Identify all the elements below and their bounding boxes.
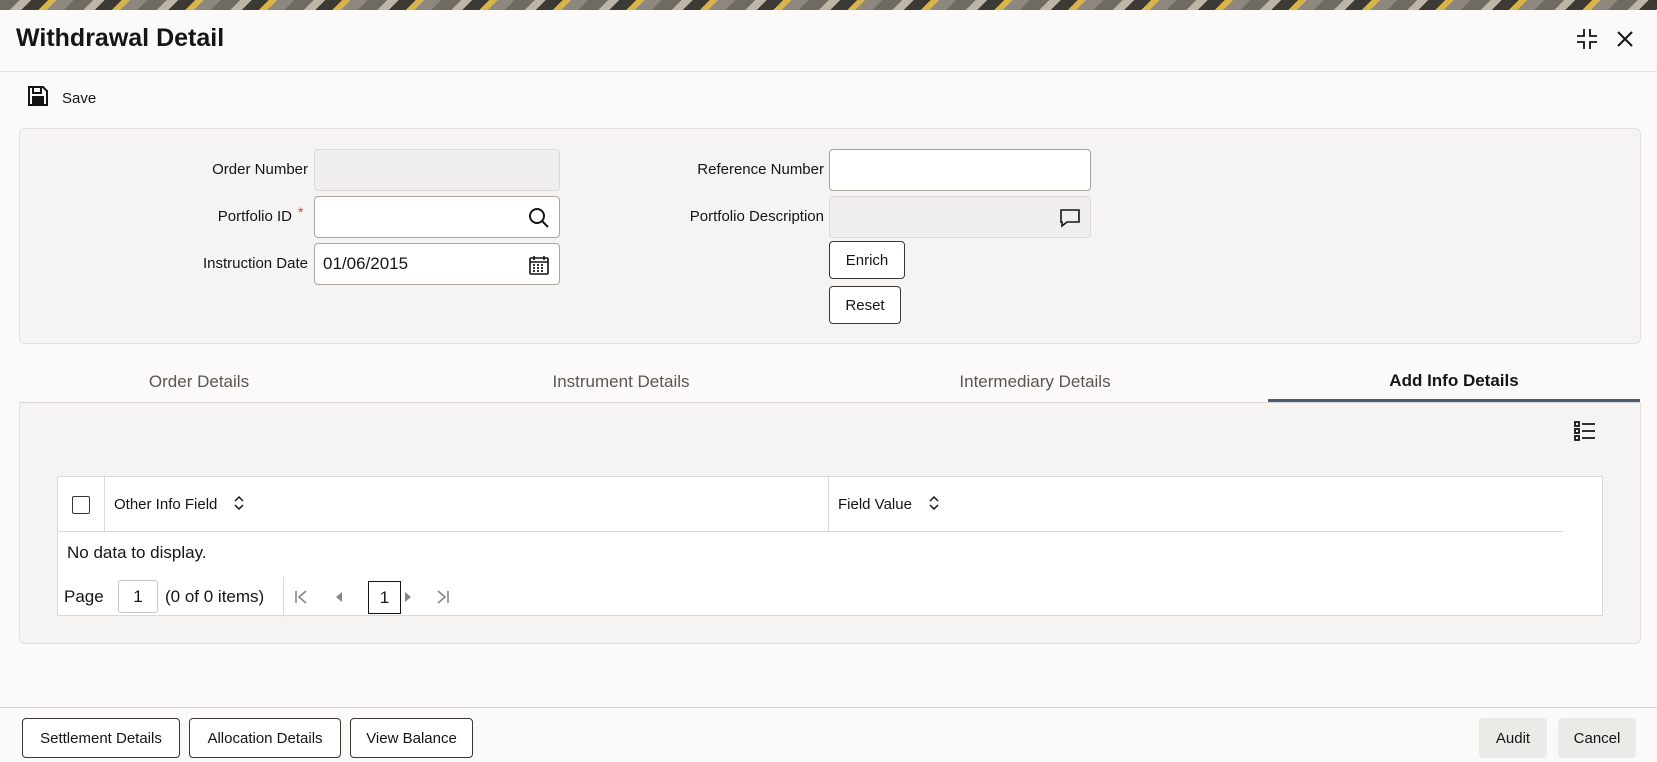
column-divider bbox=[104, 477, 105, 532]
reference-number-label: Reference Number bbox=[697, 161, 824, 178]
table-header: Other Info Field Field Value bbox=[58, 477, 1563, 532]
reset-button[interactable]: Reset bbox=[829, 286, 901, 324]
collapse-icon[interactable] bbox=[1574, 26, 1600, 52]
allocation-details-button[interactable]: Allocation Details bbox=[189, 718, 341, 758]
instruction-date-label: Instruction Date bbox=[202, 255, 308, 272]
column-header-field-value[interactable]: Field Value bbox=[838, 477, 940, 532]
reference-number-input[interactable] bbox=[829, 149, 1091, 191]
save-label: Save bbox=[62, 90, 97, 107]
page-label: Page bbox=[64, 587, 104, 606]
sort-icon[interactable] bbox=[233, 495, 245, 515]
tab-instrument-details[interactable]: Instrument Details bbox=[419, 362, 823, 402]
instruction-date-value: 01/06/2015 bbox=[323, 254, 409, 273]
save-button[interactable]: Save bbox=[26, 84, 96, 113]
other-info-field-header-label: Other Info Field bbox=[114, 496, 218, 513]
tab-order-details[interactable]: Order Details bbox=[19, 362, 379, 402]
column-divider bbox=[828, 477, 829, 532]
save-icon bbox=[26, 84, 50, 113]
first-page-icon[interactable] bbox=[290, 585, 312, 609]
title-bar: Withdrawal Detail bbox=[0, 10, 1657, 72]
pager-divider bbox=[283, 577, 284, 617]
view-balance-button[interactable]: View Balance bbox=[350, 718, 473, 758]
portfolio-description-field bbox=[829, 196, 1091, 238]
order-number-field bbox=[314, 149, 560, 191]
header-form-panel: Order Number Portfolio ID * Instruction … bbox=[19, 128, 1641, 344]
audit-button[interactable]: Audit bbox=[1479, 718, 1547, 758]
footer-bar: Settlement Details Allocation Details Vi… bbox=[0, 707, 1657, 762]
empty-table-message: No data to display. bbox=[67, 543, 207, 562]
tab-add-info-details[interactable]: Add Info Details bbox=[1268, 362, 1640, 402]
portfolio-id-label: Portfolio ID bbox=[217, 208, 292, 225]
next-page-icon[interactable] bbox=[397, 585, 419, 609]
header-banner-strip bbox=[0, 0, 1657, 10]
instruction-date-input[interactable]: 01/06/2015 bbox=[314, 243, 560, 285]
field-value-header-label: Field Value bbox=[838, 496, 912, 513]
window-title: Withdrawal Detail bbox=[16, 24, 225, 52]
item-count-summary: (0 of 0 items) bbox=[165, 587, 265, 606]
page-number-input[interactable]: 1 bbox=[118, 580, 158, 613]
enrich-button[interactable]: Enrich bbox=[829, 241, 905, 279]
last-page-icon[interactable] bbox=[432, 585, 454, 609]
withdrawal-detail-window: Withdrawal Detail Save Order Number Port… bbox=[0, 10, 1657, 762]
tab-intermediary-details[interactable]: Intermediary Details bbox=[839, 362, 1231, 402]
search-icon[interactable] bbox=[527, 206, 551, 230]
column-header-other-info-field[interactable]: Other Info Field bbox=[114, 477, 245, 532]
close-icon[interactable] bbox=[1612, 26, 1638, 52]
order-number-label: Order Number bbox=[212, 161, 308, 178]
calendar-icon[interactable] bbox=[527, 253, 551, 277]
detail-tabs: Order Details Instrument Details Interme… bbox=[19, 362, 1641, 402]
column-list-icon[interactable] bbox=[1572, 418, 1598, 444]
cancel-button[interactable]: Cancel bbox=[1558, 718, 1636, 758]
portfolio-description-label: Portfolio Description bbox=[689, 208, 824, 225]
settlement-details-button[interactable]: Settlement Details bbox=[22, 718, 180, 758]
previous-page-icon[interactable] bbox=[328, 585, 350, 609]
select-all-checkbox[interactable] bbox=[72, 496, 90, 514]
add-info-details-panel: Other Info Field Field Value No data to … bbox=[19, 402, 1641, 644]
comment-icon[interactable] bbox=[1058, 206, 1082, 230]
required-marker: * bbox=[298, 204, 304, 220]
pagination-bar: Page 1 (0 of 0 items) 1 bbox=[58, 577, 478, 617]
other-info-table: Other Info Field Field Value No data to … bbox=[57, 476, 1603, 617]
sort-icon[interactable] bbox=[928, 495, 940, 515]
portfolio-id-input[interactable] bbox=[314, 196, 560, 238]
